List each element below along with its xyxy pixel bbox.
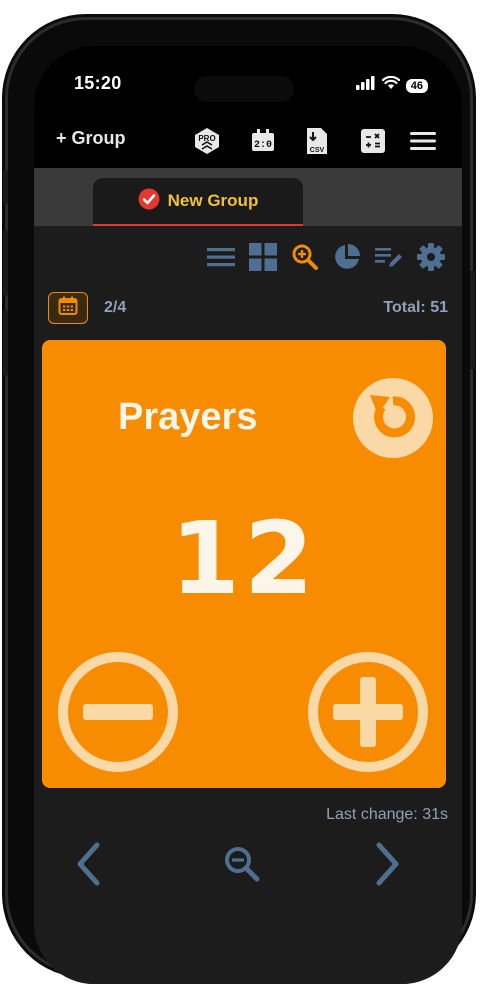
menu-icon[interactable] xyxy=(408,126,438,156)
svg-text:2:0: 2:0 xyxy=(254,140,272,151)
top-toolbar: + Group PRO 2:0 CSV xyxy=(34,118,462,168)
plus-circle-icon xyxy=(306,652,430,778)
edit-list-icon[interactable] xyxy=(372,240,406,274)
zoom-out-icon xyxy=(223,845,261,888)
decrement-button[interactable] xyxy=(56,650,180,774)
reset-icon xyxy=(364,387,422,450)
increment-button[interactable] xyxy=(306,650,430,774)
battery-icon: 46 xyxy=(405,78,428,93)
view-toolbar xyxy=(204,240,448,274)
last-change-text: Last change: 31s xyxy=(326,806,448,823)
reset-button[interactable] xyxy=(353,378,433,458)
wifi-icon xyxy=(381,75,400,95)
chevron-left-icon xyxy=(73,841,103,892)
tab-new-group[interactable]: New Group xyxy=(93,178,303,227)
scoreboard-icon[interactable]: 2:0 xyxy=(248,126,278,156)
tab-label: New Group xyxy=(167,191,259,210)
counter-value: 12 xyxy=(170,500,318,617)
pie-chart-icon[interactable] xyxy=(330,240,364,274)
action-button xyxy=(3,170,8,204)
calculator-icon[interactable] xyxy=(358,126,388,156)
settings-icon[interactable] xyxy=(414,240,448,274)
status-bar: 15:20 46 xyxy=(34,46,462,118)
page-indicator: 2/4 xyxy=(104,299,127,316)
counter-card[interactable]: Prayers 12 xyxy=(42,340,446,788)
phone-frame: 15:20 46 + Group PRO 2:0 CSV New Group 2… xyxy=(3,20,475,984)
power-button xyxy=(470,270,475,370)
status-icons: 46 xyxy=(355,75,428,95)
signal-icon xyxy=(355,76,376,95)
main-content: 2/4 Total: 51 Prayers 12 Last change: 31… xyxy=(34,226,462,984)
prev-button[interactable] xyxy=(68,838,108,894)
add-group-button[interactable]: + Group xyxy=(56,128,126,149)
zoom-out-button[interactable] xyxy=(222,838,262,894)
info-row: 2/4 Total: 51 xyxy=(48,292,448,326)
minus-circle-icon xyxy=(56,652,180,778)
calendar-icon xyxy=(58,296,78,321)
counter-name: Prayers xyxy=(118,396,258,438)
next-button[interactable] xyxy=(368,838,408,894)
calendar-button[interactable] xyxy=(48,292,88,324)
group-tab-bar: New Group xyxy=(34,168,462,227)
zoom-in-icon[interactable] xyxy=(288,240,322,274)
pro-icon[interactable]: PRO xyxy=(192,126,222,156)
svg-text:CSV: CSV xyxy=(310,147,325,154)
volume-up-button xyxy=(3,230,8,296)
screen: 15:20 46 + Group PRO 2:0 CSV New Group 2… xyxy=(34,46,462,984)
total-count: Total: 51 xyxy=(383,299,448,316)
check-circle-icon xyxy=(138,188,160,215)
volume-down-button xyxy=(3,310,8,376)
dynamic-island xyxy=(194,76,294,102)
chevron-right-icon xyxy=(373,841,403,892)
list-view-icon[interactable] xyxy=(204,240,238,274)
grid-view-icon[interactable] xyxy=(246,240,280,274)
status-time: 15:20 xyxy=(74,73,122,93)
csv-export-icon[interactable]: CSV xyxy=(302,126,332,156)
